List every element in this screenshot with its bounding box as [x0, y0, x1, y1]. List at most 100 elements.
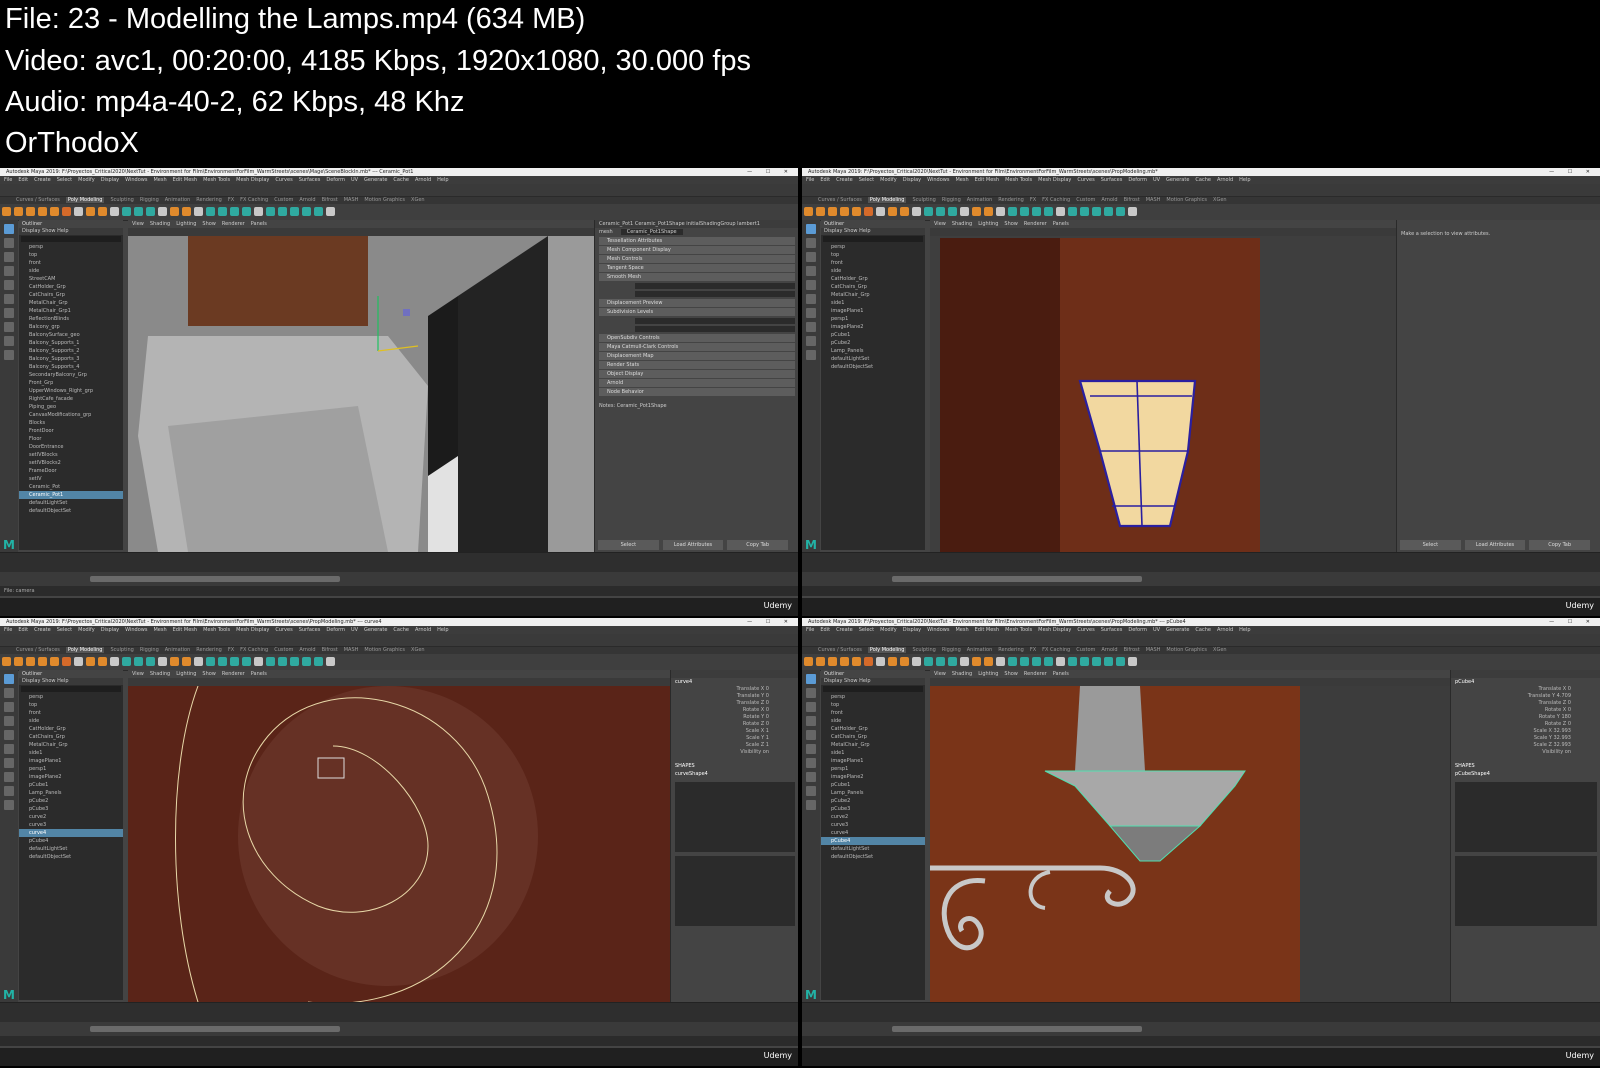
- tool-icon[interactable]: [806, 674, 816, 684]
- outliner-item[interactable]: Piping_geo: [19, 403, 123, 411]
- viewport-menu-item[interactable]: Shading: [952, 671, 972, 677]
- attribute-section[interactable]: Displacement Preview: [599, 299, 795, 307]
- channel-row[interactable]: Translate Y 4.709: [1451, 693, 1600, 700]
- attribute-section[interactable]: Smooth Mesh: [599, 273, 795, 281]
- attribute-section[interactable]: OpenSubdiv Controls: [599, 334, 795, 342]
- shelf-tool-icon[interactable]: [1080, 657, 1089, 666]
- shelf-tool-icon[interactable]: [804, 207, 813, 216]
- attribute-section[interactable]: Render Stats: [599, 361, 795, 369]
- shelf-tool-icon[interactable]: [1044, 657, 1053, 666]
- tool-icon[interactable]: [4, 786, 14, 796]
- shelf-tool-icon[interactable]: [816, 657, 825, 666]
- outliner-item[interactable]: RightCafe_facade: [19, 395, 123, 403]
- attribute-section[interactable]: Tangent Space: [599, 264, 795, 272]
- shelf-tab[interactable]: MASH: [344, 197, 359, 203]
- outliner-item[interactable]: MetalChair_Grp: [821, 291, 925, 299]
- outliner-item[interactable]: persp: [821, 693, 925, 701]
- range-slider[interactable]: [802, 1022, 1600, 1036]
- viewport-menu-item[interactable]: View: [132, 221, 144, 227]
- menu-item[interactable]: Create: [34, 627, 51, 633]
- shelf-tool-icon[interactable]: [302, 207, 311, 216]
- shelf-tab[interactable]: FX: [1030, 197, 1036, 203]
- shelf-tool-icon[interactable]: [2, 207, 11, 216]
- attribute-section[interactable]: Subdivision Levels: [599, 308, 795, 316]
- shelf-tab[interactable]: Curves / Surfaces: [16, 197, 60, 203]
- shelf-tool-icon[interactable]: [1116, 657, 1125, 666]
- shelf-tab[interactable]: FX: [228, 197, 234, 203]
- shelf-tool-icon[interactable]: [314, 657, 323, 666]
- attribute-section[interactable]: Arnold: [599, 379, 795, 387]
- shelf-tool-icon[interactable]: [1056, 207, 1065, 216]
- viewport-menu-item[interactable]: Shading: [150, 671, 170, 677]
- menu-item[interactable]: Mesh Tools: [203, 627, 230, 633]
- shelf-tab[interactable]: FX Caching: [240, 197, 268, 203]
- shelf-tab[interactable]: Arnold: [299, 647, 315, 653]
- viewport-menu-item[interactable]: Lighting: [978, 221, 998, 227]
- outliner-item[interactable]: CatHolder_Grp: [19, 283, 123, 291]
- time-slider[interactable]: [802, 1002, 1600, 1023]
- outliner-item[interactable]: side1: [821, 749, 925, 757]
- outliner-item[interactable]: persp: [19, 693, 123, 701]
- shelf-tab[interactable]: Motion Graphics: [364, 647, 405, 653]
- menu-item[interactable]: Mesh Tools: [1005, 627, 1032, 633]
- shelf-tool-icon[interactable]: [26, 657, 35, 666]
- shelf-tool-icon[interactable]: [194, 657, 203, 666]
- time-slider[interactable]: [0, 1002, 798, 1023]
- shelf-tab[interactable]: MASH: [1146, 197, 1161, 203]
- command-line[interactable]: [802, 1036, 1600, 1046]
- outliner-item[interactable]: setIVBlocks2: [19, 459, 123, 467]
- shelf-tab[interactable]: FX Caching: [1042, 647, 1070, 653]
- attribute-button[interactable]: Select: [1400, 540, 1461, 550]
- attribute-button[interactable]: Load Attributes: [662, 540, 724, 550]
- attribute-button[interactable]: Copy Tab: [1529, 540, 1591, 550]
- outliner-menu[interactable]: Display Show Help: [19, 228, 123, 235]
- outliner-search-input[interactable]: [21, 236, 121, 242]
- viewport-menu-item[interactable]: View: [934, 221, 946, 227]
- menu-item[interactable]: Surfaces: [299, 627, 321, 633]
- shelf-tool-icon[interactable]: [876, 657, 885, 666]
- menu-item[interactable]: Help: [437, 177, 448, 183]
- tool-icon[interactable]: [4, 336, 14, 346]
- tool-icon[interactable]: [4, 702, 14, 712]
- shelf-tab[interactable]: XGen: [411, 197, 425, 203]
- outliner-item[interactable]: MetalChair_Grp1: [19, 307, 123, 315]
- shelf-tab[interactable]: Custom: [274, 197, 293, 203]
- tool-icon[interactable]: [4, 800, 14, 810]
- viewport-menu-item[interactable]: View: [132, 671, 144, 677]
- shelf-tab[interactable]: Rendering: [196, 197, 222, 203]
- outliner-item[interactable]: FrontDoor: [19, 427, 123, 435]
- outliner-item[interactable]: CatChairs_Grp: [19, 291, 123, 299]
- menu-item[interactable]: Arnold: [1217, 177, 1233, 183]
- shelf-tab[interactable]: Bifrost: [322, 647, 338, 653]
- outliner-item[interactable]: imagePlane2: [19, 773, 123, 781]
- menu-item[interactable]: Cache: [1195, 627, 1211, 633]
- outliner-menu[interactable]: Display Show Help: [19, 678, 123, 685]
- menu-item[interactable]: Edit: [820, 627, 830, 633]
- shelf-tool-icon[interactable]: [146, 207, 155, 216]
- shelf-tool-icon[interactable]: [1092, 207, 1101, 216]
- shelf-tool-icon[interactable]: [326, 207, 335, 216]
- menu-item[interactable]: UV: [1153, 627, 1160, 633]
- tool-icon[interactable]: [4, 224, 14, 234]
- shelf-tool-icon[interactable]: [62, 207, 71, 216]
- outliner-item[interactable]: defaultLightSet: [19, 845, 123, 853]
- attribute-section[interactable]: Object Display: [599, 370, 795, 378]
- outliner-item[interactable]: defaultObjectSet: [19, 853, 123, 861]
- shelf-tab[interactable]: Bifrost: [1124, 197, 1140, 203]
- shelf-tab[interactable]: Bifrost: [1124, 647, 1140, 653]
- shelf-tab[interactable]: Rendering: [998, 197, 1024, 203]
- menu-item[interactable]: Help: [437, 627, 448, 633]
- menu-item[interactable]: Display: [101, 627, 119, 633]
- shelf-tab[interactable]: Animation: [967, 197, 993, 203]
- shelf-tool-icon[interactable]: [38, 657, 47, 666]
- shelf-tool-icon[interactable]: [924, 207, 933, 216]
- channel-row[interactable]: Rotate Z 0: [671, 721, 798, 728]
- outliner-item[interactable]: Balcony_Supports_1: [19, 339, 123, 347]
- menu-item[interactable]: Mesh Display: [236, 177, 269, 183]
- menu-item[interactable]: Windows: [927, 627, 949, 633]
- menu-item[interactable]: Deform: [326, 627, 345, 633]
- channel-row[interactable]: Visibility on: [671, 749, 798, 756]
- menu-item[interactable]: Modify: [78, 627, 95, 633]
- shelf-tool-icon[interactable]: [816, 207, 825, 216]
- shelf-tool-icon[interactable]: [1104, 657, 1113, 666]
